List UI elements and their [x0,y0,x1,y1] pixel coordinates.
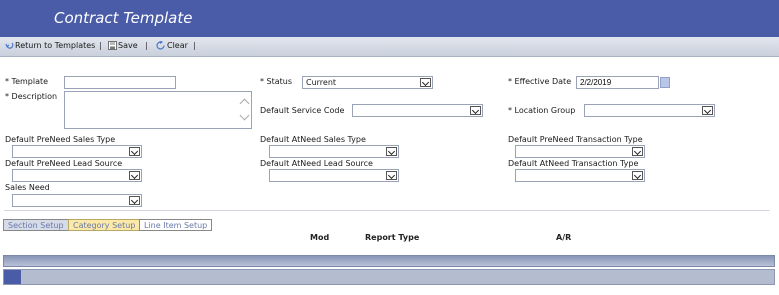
toolbar-separator: | [99,41,102,50]
chevron-down-icon [386,171,397,180]
preneed-lead-source-select[interactable] [12,169,142,182]
return-to-templates-button[interactable]: Return to Templates [5,41,95,50]
return-arrow-icon [5,41,14,50]
chevron-down-icon [386,147,397,156]
sales-need-select[interactable] [12,194,142,207]
chevron-down-icon [129,147,140,156]
toolbar: Return to Templates | Save | Clear | [0,37,779,57]
template-input[interactable] [64,76,176,89]
template-label: * Template [5,77,49,86]
column-header-mod: Mod [310,233,330,242]
chevron-down-icon [470,106,481,115]
tab-line-item-setup[interactable]: Line Item Setup [139,219,213,231]
preneed-sales-type-label: Default PreNeed Sales Type [5,135,116,144]
chevron-down-icon [702,106,713,115]
effective-date-label: * Effective Date [508,77,572,86]
tab-section-setup[interactable]: Section Setup [3,219,69,231]
status-label: * Status [260,77,293,86]
atneed-sales-type-select[interactable] [269,145,399,158]
preneed-sales-type-select[interactable] [12,145,142,158]
description-label: * Description [5,92,58,101]
description-textarea[interactable] [64,91,252,129]
return-to-templates-label: Return to Templates [15,41,96,50]
toolbar-separator: | [145,41,148,50]
location-group-select[interactable] [584,104,715,117]
grid-scrollbar[interactable] [3,269,775,285]
chevron-down-icon [129,196,140,205]
location-group-label: * Location Group [508,106,576,115]
status-value: Current [306,78,337,87]
refresh-icon [155,40,166,50]
status-select[interactable]: Current [302,76,433,89]
column-header-report-type: Report Type [365,233,420,242]
scrollbar-thumb[interactable] [4,270,21,284]
service-code-label: Default Service Code [260,106,345,115]
preneed-lead-source-label: Default PreNeed Lead Source [5,159,123,168]
clear-button[interactable]: Clear [155,40,188,50]
grid-header-bar [3,255,775,267]
preneed-transaction-type-label: Default PreNeed Transaction Type [508,135,643,144]
atneed-sales-type-label: Default AtNeed Sales Type [260,135,366,144]
floppy-disk-icon [108,41,117,50]
save-label: Save [118,41,138,50]
service-code-select[interactable] [352,104,483,117]
save-button[interactable]: Save [108,41,138,50]
preneed-transaction-type-select[interactable] [515,145,645,158]
column-header-ar: A/R [556,233,572,242]
atneed-lead-source-select[interactable] [269,169,399,182]
title-bar: Contract Template [0,0,779,37]
chevron-down-icon [129,171,140,180]
chevron-down-icon [632,171,643,180]
section-divider [4,210,770,211]
scroll-down-icon[interactable] [239,110,250,121]
page-title: Contract Template [54,9,193,27]
atneed-transaction-type-label: Default AtNeed Transaction Type [508,159,639,168]
tab-category-setup[interactable]: Category Setup [68,219,141,231]
toolbar-separator: | [193,41,196,50]
effective-date-input[interactable] [576,76,659,89]
scroll-up-icon[interactable] [239,98,250,109]
calendar-icon[interactable] [660,77,670,88]
atneed-lead-source-label: Default AtNeed Lead Source [260,159,373,168]
clear-label: Clear [167,41,188,50]
sales-need-label: Sales Need [5,183,50,192]
chevron-down-icon [420,78,431,87]
chevron-down-icon [632,147,643,156]
atneed-transaction-type-select[interactable] [515,169,645,182]
